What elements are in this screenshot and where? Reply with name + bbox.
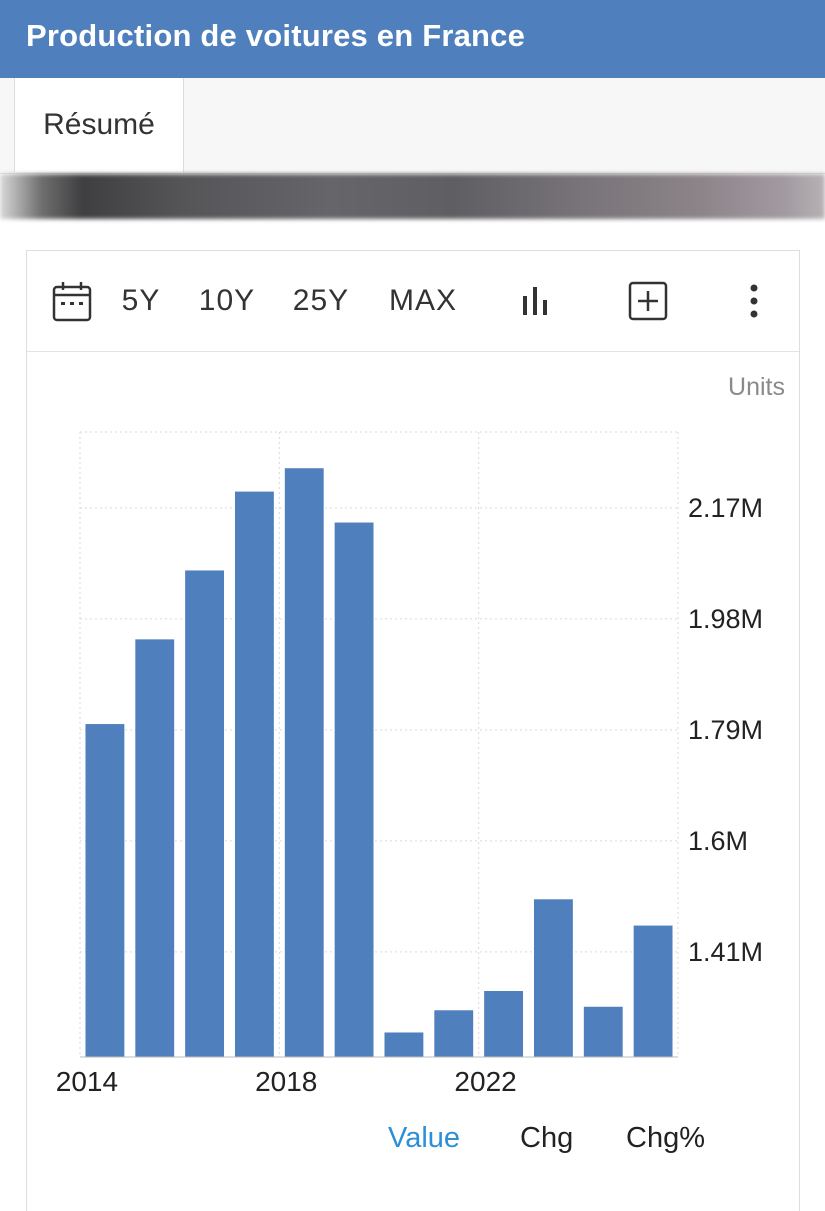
bar-2024 [583,1006,623,1057]
bar-2025 [633,925,673,1057]
legend-chg-pct[interactable]: Chg% [626,1122,705,1155]
bar-2018 [284,468,324,1057]
bar-2020 [384,1032,424,1057]
bar-2015 [135,639,175,1057]
bar-chart: 1.41M 1.6M 1.79M 1.98M 2.17M 2014 2018 2022 [56,431,763,1097]
y-tick-label: 1.41M [688,937,763,967]
y-tick-label: 1.98M [688,604,763,634]
bar-2023 [533,899,573,1057]
bar-2021 [434,1010,474,1057]
bar-2017 [234,491,274,1057]
bar-2016 [185,570,225,1057]
x-tick-label: 2022 [454,1066,516,1097]
y-tick-label: 1.79M [688,715,763,745]
y-tick-label: 2.17M [688,493,763,523]
y-tick-label: 1.6M [688,826,748,856]
x-tick-label: 2014 [56,1066,118,1097]
legend-chg[interactable]: Chg [520,1122,573,1155]
bar-2014 [85,724,125,1057]
legend-value[interactable]: Value [388,1122,460,1155]
bar-2019 [334,522,374,1057]
bar-2022 [484,990,524,1057]
x-tick-label: 2018 [255,1066,317,1097]
